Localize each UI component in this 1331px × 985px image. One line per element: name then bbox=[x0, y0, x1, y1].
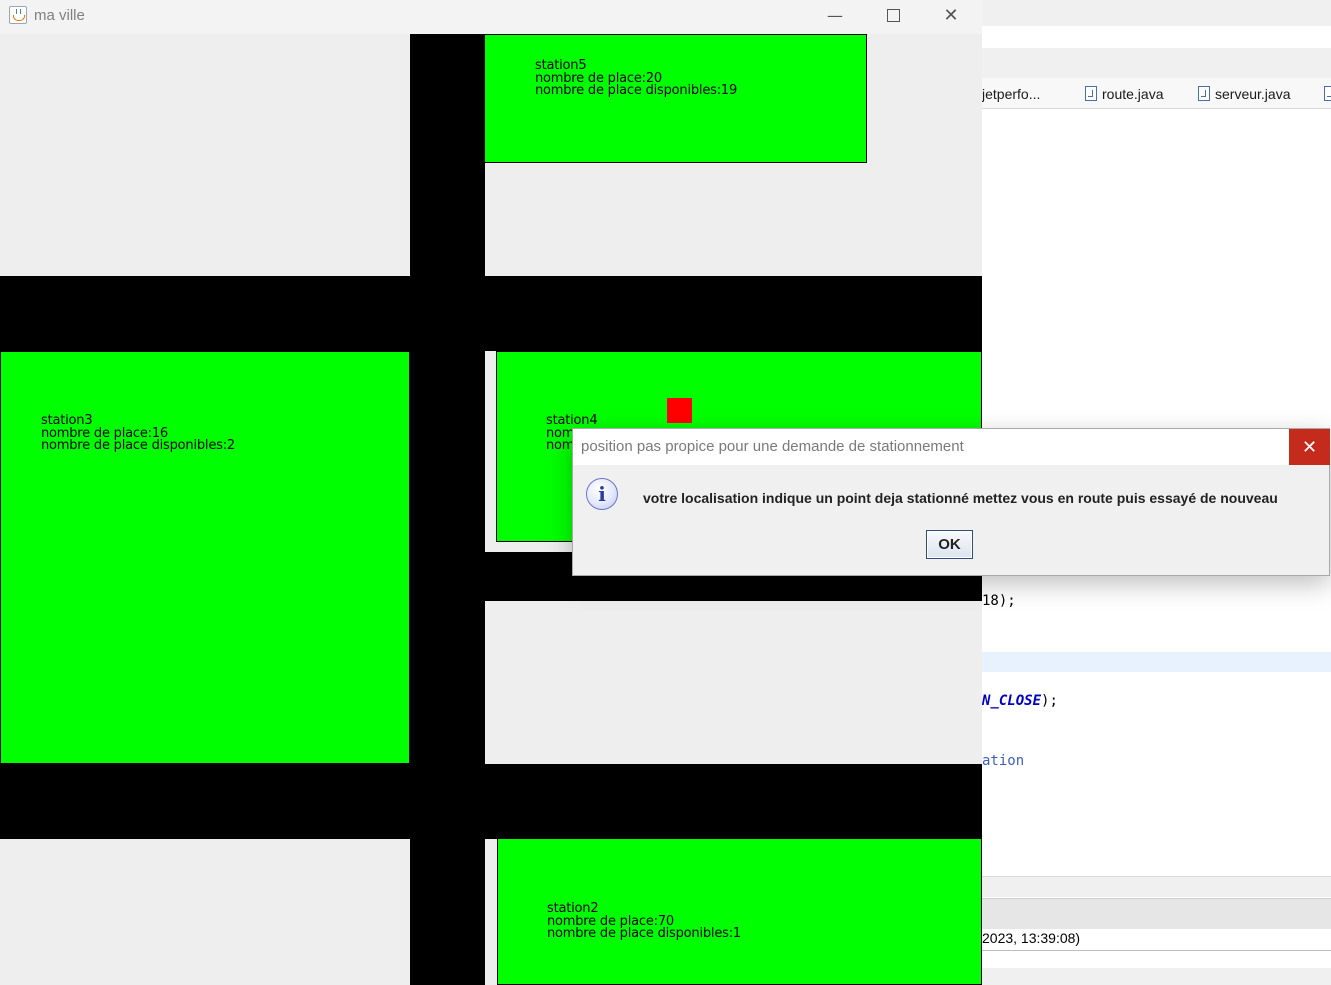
ide-toolbar bbox=[982, 0, 1331, 26]
dialog-titlebar[interactable]: position pas propice pour une demande de… bbox=[573, 429, 1330, 465]
current-line-highlight bbox=[982, 652, 1331, 672]
station-label: station3 nombre de place:16 nombre de pl… bbox=[41, 414, 235, 453]
ok-button[interactable]: OK bbox=[926, 530, 973, 559]
window-titlebar[interactable]: ma ville — ✕ bbox=[0, 0, 982, 34]
java-file-icon bbox=[1085, 86, 1097, 101]
station-available: nombre de place disponibles:19 bbox=[535, 83, 738, 98]
editor-tab-bar: jetperfo... route.java serveur.java bbox=[982, 78, 1331, 109]
station-available: nombre de place disponibles:1 bbox=[547, 926, 741, 941]
code-line: N_CLOSE); bbox=[982, 693, 1058, 709]
minimize-button[interactable]: — bbox=[806, 0, 864, 30]
message-dialog: position pas propice pour une demande de… bbox=[572, 428, 1330, 576]
console-status-text: 2023, 13:39:08) bbox=[982, 930, 1081, 946]
dialog-title: position pas propice pour une demande de… bbox=[581, 438, 964, 455]
station-label: station2 nombre de place:70 nombre de pl… bbox=[547, 902, 741, 941]
maximize-button[interactable] bbox=[864, 0, 922, 30]
station-available: nombre de place disponibles:2 bbox=[41, 438, 235, 453]
java-file-icon bbox=[1198, 86, 1210, 101]
code-line: 18); bbox=[982, 593, 1016, 609]
close-icon: ✕ bbox=[1301, 436, 1318, 458]
close-icon: ✕ bbox=[943, 4, 959, 26]
java-file-icon bbox=[1324, 86, 1331, 101]
editor-tab[interactable]: jetperfo... bbox=[982, 86, 1040, 102]
road-vertical bbox=[410, 34, 485, 985]
editor-tab-serveur[interactable]: serveur.java bbox=[1198, 86, 1290, 102]
station-block-station5 bbox=[484, 34, 867, 163]
road-horizontal bbox=[0, 276, 982, 351]
dialog-message: votre localisation indique un point deja… bbox=[643, 490, 1278, 506]
maximize-icon bbox=[886, 8, 900, 22]
road-horizontal bbox=[0, 764, 982, 839]
java-icon bbox=[9, 6, 27, 24]
info-icon: i bbox=[586, 478, 618, 510]
window-title: ma ville bbox=[34, 7, 85, 24]
vehicle-position-marker bbox=[667, 398, 692, 423]
close-button[interactable]: ✕ bbox=[922, 0, 980, 30]
console-toolbar bbox=[982, 898, 1331, 929]
status-bar bbox=[982, 968, 1331, 985]
dialog-close-button[interactable]: ✕ bbox=[1289, 429, 1330, 465]
editor-tab-route[interactable]: route.java bbox=[1085, 86, 1163, 102]
station-label: station5 nombre de place:20 nombre de pl… bbox=[535, 59, 738, 98]
editor-tab-overflow[interactable] bbox=[1324, 86, 1331, 102]
console-header bbox=[982, 876, 1331, 897]
divider bbox=[982, 950, 1331, 951]
code-line: ation bbox=[982, 753, 1025, 769]
ide-toolbar-secondary bbox=[982, 48, 1331, 78]
minimize-icon: — bbox=[827, 5, 843, 25]
